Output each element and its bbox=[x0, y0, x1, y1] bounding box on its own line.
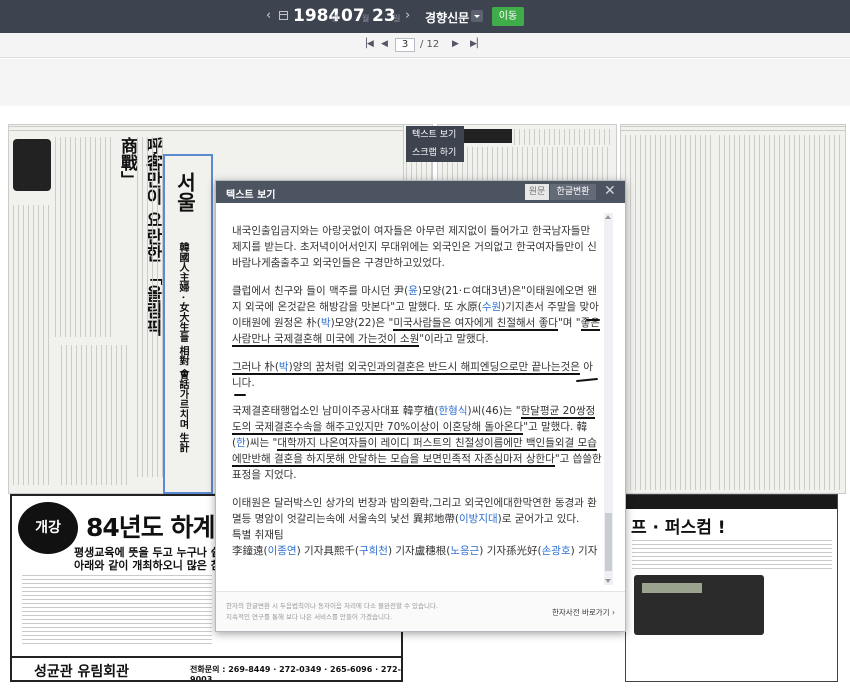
prev-page-icon[interactable]: ◀ bbox=[381, 39, 388, 49]
total-pages: / 12 bbox=[420, 39, 440, 50]
next-page-icon[interactable]: ▶ bbox=[452, 39, 459, 49]
paragraph-3: 그러나 朴(박)양의 꿈처럼 외국인과의결혼은 반드시 해피엔딩으로만 끝나는것… bbox=[232, 361, 593, 389]
page-navigation: ▕◀ ◀ 3 / 12 ▶ ▶▏ bbox=[0, 33, 850, 58]
last-page-icon[interactable]: ▶▏ bbox=[470, 39, 484, 49]
ad-subtitle-2: 아래와 같이 개최하오니 많은 참 bbox=[74, 559, 221, 572]
page-number-input[interactable]: 3 bbox=[395, 38, 415, 52]
footer-note-1: 한자의 한글변환 시 두음법칙이나 동자이음 처리에 다소 불완전할 수 있습니… bbox=[226, 602, 439, 610]
year-unit: 년 bbox=[331, 14, 339, 23]
dialog-title: 텍스트 보기 bbox=[226, 190, 276, 201]
scroll-up-icon[interactable] bbox=[605, 215, 611, 219]
ad-brand: 프 · 퍼스컴 ! bbox=[631, 518, 726, 538]
advertisement-right: 프 · 퍼스컴 ! bbox=[625, 494, 838, 682]
ad-footer: 성균관 유림회관 전화문의 : 269-8449 · 272-0349 · 26… bbox=[12, 656, 401, 680]
ad-body-text bbox=[22, 574, 212, 644]
paragraph-2: 클럽에서 친구와 들이 맥주를 마시던 尹(윤)모양(21·ㄷ여대3년)은"이태… bbox=[232, 285, 600, 347]
dialog-scrollbar[interactable] bbox=[604, 213, 613, 585]
prev-date-icon[interactable]: ‹ bbox=[266, 8, 271, 23]
article-highlight[interactable]: 서울 韓國人主婦 · 女大生들 相對 會話가르치며 生計 bbox=[163, 154, 213, 494]
day-unit: 일 bbox=[393, 14, 401, 23]
calculator-image bbox=[634, 575, 764, 635]
headline-seoul: 서울 bbox=[173, 172, 197, 212]
footer-note-2: 지속적인 연구를 통해 보다 나은 서비스를 만들어 가겠습니다. bbox=[226, 613, 393, 621]
calendar-icon[interactable] bbox=[279, 11, 288, 20]
dropdown-icon[interactable] bbox=[471, 10, 483, 22]
context-menu: 텍스트 보기 스크랩 하기 bbox=[406, 126, 464, 162]
text-view-dialog: 텍스트 보기 원문 한글변환 ✕ 내국인출입금지와는 아랑곳없이 여자들은 아무… bbox=[215, 180, 626, 632]
close-icon[interactable]: ✕ bbox=[604, 183, 616, 199]
menu-item-scrap[interactable]: 스크랩 하기 bbox=[406, 144, 464, 162]
headline-korean-housewife: 韓國人主婦 · 女大生들 相對 會話가르치며 生計 bbox=[177, 242, 188, 453]
article-text: 내국인출입금지와는 아랑곳없이 여자들은 아무런 제지없이 들어가고 한국남자들… bbox=[232, 223, 602, 571]
dialog-header: 텍스트 보기 원문 한글변환 ✕ bbox=[216, 181, 625, 203]
go-button[interactable]: 이동 bbox=[492, 7, 524, 26]
ad-badge: 개강 bbox=[18, 502, 78, 554]
scroll-down-icon[interactable] bbox=[605, 579, 611, 583]
next-date-icon[interactable]: › bbox=[405, 8, 410, 23]
ad-organization: 성균관 유림회관 bbox=[34, 664, 130, 680]
first-page-icon[interactable]: ▕◀ bbox=[360, 39, 374, 49]
dialog-footer: 한자의 한글변환 시 두음법칙이나 동자이음 처리에 다소 불완전할 수 있습니… bbox=[216, 591, 625, 631]
menu-item-text-view[interactable]: 텍스트 보기 bbox=[406, 126, 464, 144]
page-right bbox=[620, 124, 846, 494]
tab-original[interactable]: 원문 bbox=[525, 184, 549, 200]
newspaper-select[interactable]: 경향신문 bbox=[425, 9, 469, 26]
hanja-dictionary-link[interactable]: 한자사전 바로가기 › bbox=[552, 607, 615, 618]
scroll-thumb[interactable] bbox=[605, 513, 612, 571]
paragraph-4: 국제결혼태행업소인 남미이주공사대표 韓亨植(한형식)씨(46)는 "한달평균 … bbox=[232, 405, 602, 481]
spacer bbox=[0, 59, 850, 106]
paragraph-1: 내국인출입금지와는 아랑곳없이 여자들은 아무런 제지없이 들어가고 한국남자들… bbox=[232, 225, 597, 269]
tab-korean[interactable]: 한글변환 bbox=[550, 184, 596, 200]
ad-phone: 전화문의 : 269-8449 · 272-0349 · 265-6096 · … bbox=[190, 665, 401, 682]
paragraph-5: 이태원은 달러박스인 상가의 번창과 밤의환락,그리고 외국인에대한막연한 동경… bbox=[232, 497, 598, 557]
month-unit: 월 bbox=[362, 14, 370, 23]
date-toolbar: ‹ 1984 년 07 월 23 일 › 경향신문 이동 bbox=[0, 0, 850, 33]
